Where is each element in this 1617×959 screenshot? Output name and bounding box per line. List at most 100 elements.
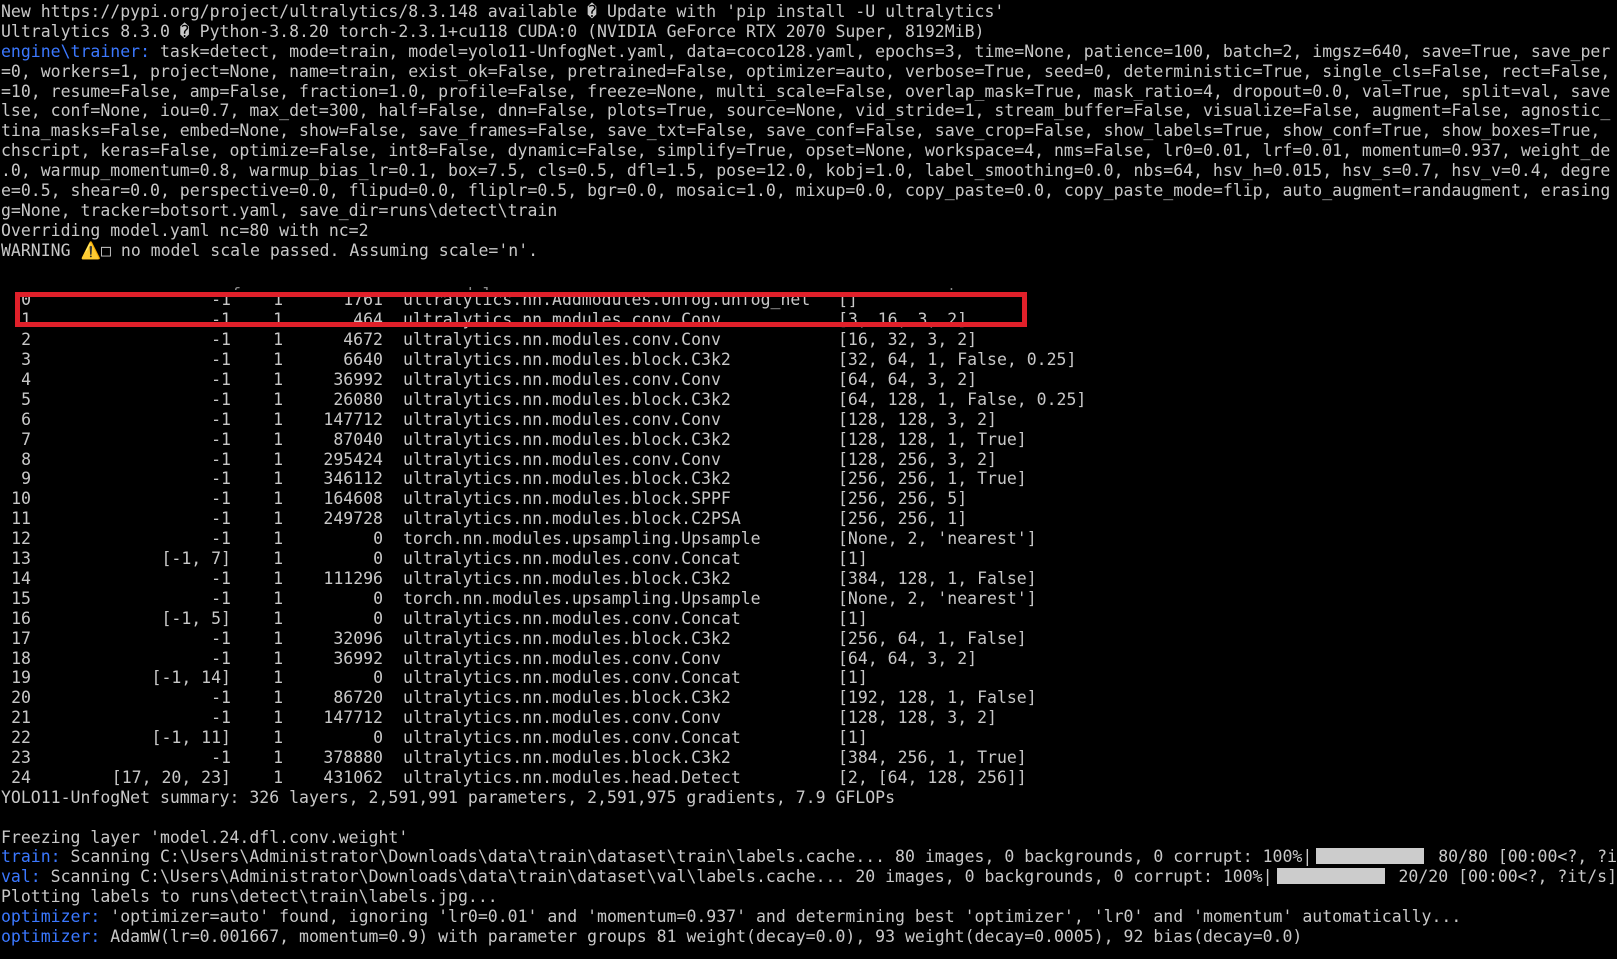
layer-params: 147712 — [323, 708, 383, 728]
layer-index: 0 — [21, 290, 31, 310]
layer-args: [64, 64, 3, 2] — [838, 648, 978, 668]
table-row: 8 -1 1 295424 ultralytics.nn.modules.conv.Co… — [1, 450, 1616, 470]
layer-params: 0 — [373, 608, 383, 628]
log-line: Ultralytics 8.3.0 � Python-3.8.20 torch-… — [1, 22, 1616, 42]
table-row: 2 -1 1 4672 ultralytics.nn.modules.conv.Conv… — [1, 330, 1616, 350]
layer-from: -1 — [211, 389, 231, 409]
layer-from: -1 — [211, 688, 231, 708]
layer-repeat: 1 — [273, 449, 283, 469]
layer-repeat: 1 — [273, 688, 283, 708]
log-line: YOLO11-UnfogNet summary: 326 layers, 2,5… — [1, 788, 1616, 808]
layer-index: 16 — [11, 608, 31, 628]
layer-from: -1 — [211, 509, 231, 529]
log-text: AdamW(lr=0.001667, momentum=0.9) with pa… — [100, 926, 1303, 946]
layer-index: 22 — [11, 728, 31, 748]
layer-repeat: 1 — [273, 568, 283, 588]
layer-args: [256, 256, 5] — [838, 489, 968, 509]
layer-repeat: 1 — [273, 628, 283, 648]
layer-params: 87040 — [333, 429, 383, 449]
layer-args: [1] — [838, 668, 868, 688]
layer-args: [64, 64, 3, 2] — [838, 370, 978, 390]
layer-module: ultralytics.nn.modules.conv.Conv — [403, 409, 721, 429]
layer-from: -1 — [211, 529, 231, 549]
log-text: e=0.5, shear=0.0, perspective=0.0, flipu… — [1, 181, 1611, 201]
layer-params: 0 — [373, 668, 383, 688]
layer-params: 1761 — [343, 290, 383, 310]
layer-index: 19 — [11, 668, 31, 688]
layer-from: -1 — [211, 310, 231, 330]
table-row: 23 -1 1 378880 ultralytics.nn.modules.block.… — [1, 748, 1616, 768]
layer-args: [2, [64, 128, 256]] — [838, 767, 1027, 787]
layer-module: ultralytics.nn.modules.block.C3k2 — [403, 469, 731, 489]
layer-params: 249728 — [323, 509, 383, 529]
layer-module: ultralytics.nn.modules.conv.Concat — [403, 728, 741, 748]
layer-from: -1 — [211, 648, 231, 668]
layer-args: [384, 256, 1, True] — [838, 747, 1027, 767]
layer-index: 4 — [21, 370, 31, 390]
layer-index: 13 — [11, 549, 31, 569]
layer-args: [1] — [838, 728, 868, 748]
layer-index: 9 — [21, 469, 31, 489]
layer-params: 431062 — [323, 767, 383, 787]
layer-repeat: 1 — [273, 668, 283, 688]
layer-params: 26080 — [333, 389, 383, 409]
layer-module: ultralytics.nn.modules.conv.Conv — [403, 370, 721, 390]
table-row: 3 -1 1 6640 ultralytics.nn.modules.block.C3k… — [1, 350, 1616, 370]
layer-module: ultralytics.nn.modules.head.Detect — [403, 767, 741, 787]
table-row: 4 -1 1 36992 ultralytics.nn.modules.conv.Con… — [1, 370, 1616, 390]
layer-args: [1] — [838, 608, 868, 628]
log-line: tina_masks=False, embed=None, show=False… — [1, 121, 1616, 141]
log-line: Plotting labels to runs\detect\train\lab… — [1, 887, 1616, 907]
layer-repeat: 1 — [273, 389, 283, 409]
layer-repeat: 1 — [273, 608, 283, 628]
layer-index: 18 — [11, 648, 31, 668]
log-line: .0, warmup_momentum=0.8, warmup_bias_lr=… — [1, 161, 1616, 181]
layer-repeat: 1 — [273, 588, 283, 608]
terminal-output[interactable]: New https://pypi.org/project/ultralytics… — [1, 2, 1616, 959]
log-line: =10, resume=False, amp=False, fraction=1… — [1, 82, 1616, 102]
layer-index: 8 — [21, 449, 31, 469]
layer-module: ultralytics.nn.modules.conv.Concat — [403, 668, 741, 688]
table-row: 11 -1 1 249728 ultralytics.nn.modules.block.… — [1, 509, 1616, 529]
layer-module: ultralytics.nn.modules.conv.Conv — [403, 449, 721, 469]
table-row: 15 -1 1 0 torch.nn.modules.upsampling.Upsamp… — [1, 589, 1616, 609]
log-line: engine\trainer: task=detect, mode=train,… — [1, 42, 1616, 62]
layer-params: 6640 — [343, 350, 383, 370]
layer-module: torch.nn.modules.upsampling.Upsample — [403, 588, 761, 608]
log-text: lse, conf=None, iou=0.7, max_det=300, ha… — [1, 101, 1611, 121]
log-line: =0, workers=1, project=None, name=train,… — [1, 62, 1616, 82]
table-row: 6 -1 1 147712 ultralytics.nn.modules.conv.Co… — [1, 410, 1616, 430]
layer-module: ultralytics.nn.modules.conv.Concat — [403, 608, 741, 628]
log-prefix: optimizer: — [1, 926, 101, 946]
layer-repeat: 1 — [273, 370, 283, 390]
table-row: 1 -1 1 464 ultralytics.nn.modules.conv.Conv [… — [1, 310, 1616, 330]
layer-params: 378880 — [323, 747, 383, 767]
table-header-partial: fromnparamsmodulearguments — [1, 280, 1616, 291]
log-text: New https://pypi.org/project/ultralytics… — [1, 2, 1005, 21]
layer-index: 23 — [11, 747, 31, 767]
layer-args: [384, 128, 1, False] — [838, 568, 1037, 588]
layer-params: 346112 — [323, 469, 383, 489]
log-line: e=0.5, shear=0.0, perspective=0.0, flipu… — [1, 181, 1616, 201]
layer-from: [-1, 11] — [151, 728, 231, 748]
layer-index: 20 — [11, 688, 31, 708]
layer-params: 147712 — [323, 409, 383, 429]
log-line: WARNING ⚠️□ no model scale passed. Assum… — [1, 241, 1616, 261]
layer-params: 111296 — [323, 568, 383, 588]
log-line: Overriding model.yaml nc=80 with nc=2 — [1, 221, 1616, 241]
log-text: .0, warmup_momentum=0.8, warmup_bias_lr=… — [1, 161, 1611, 181]
layer-params: 0 — [373, 529, 383, 549]
layer-from: [-1, 14] — [151, 668, 231, 688]
layer-args: [128, 128, 3, 2] — [838, 708, 997, 728]
layer-repeat: 1 — [273, 648, 283, 668]
table-row: 14 -1 1 111296 ultralytics.nn.modules.block.… — [1, 569, 1616, 589]
layer-repeat: 1 — [273, 767, 283, 787]
layer-args: [None, 2, 'nearest'] — [838, 588, 1037, 608]
layer-from: -1 — [211, 628, 231, 648]
layer-params: 295424 — [323, 449, 383, 469]
log-text: WARNING ⚠️□ no model scale passed. Assum… — [1, 240, 539, 260]
layer-repeat: 1 — [273, 529, 283, 549]
layer-from: -1 — [211, 747, 231, 767]
